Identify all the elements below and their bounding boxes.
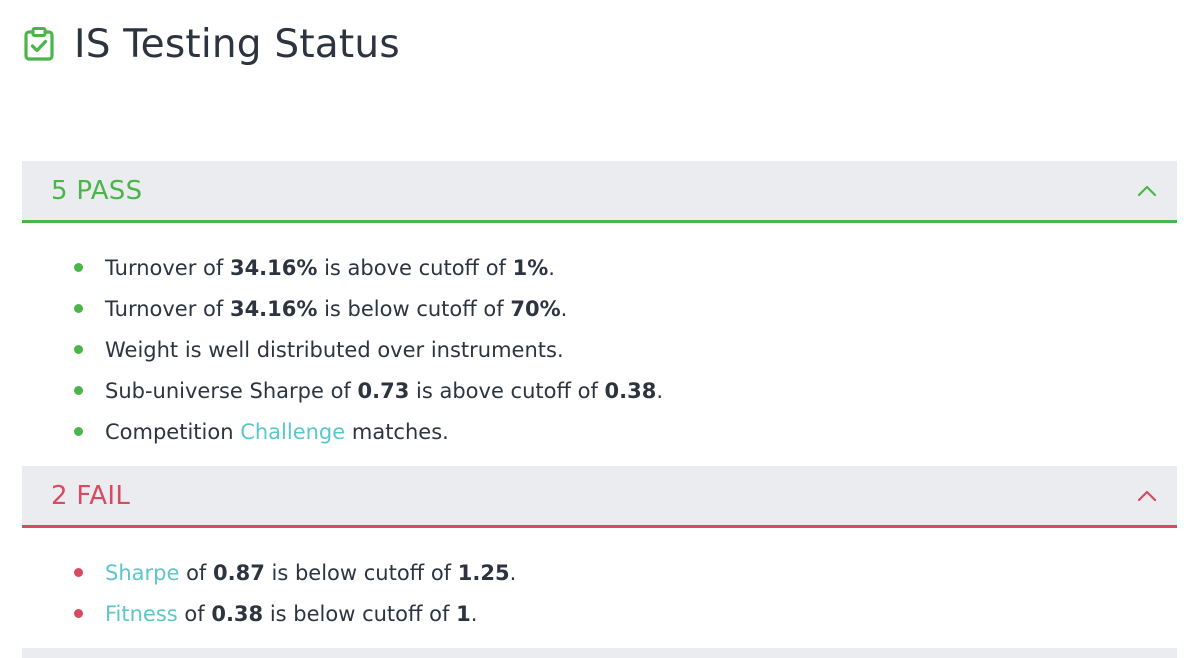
metric-value: 70% [510,296,561,321]
result-text: Turnover of 34.16% is below cutoff of 70… [105,297,567,321]
result-text: Fitness of 0.38 is below cutoff of 1. [105,602,477,626]
result-text-part: Turnover of [105,255,230,280]
result-text: Weight is well distributed over instrume… [105,338,564,362]
result-text-part: Sub-universe Sharpe of [105,378,358,403]
bullet-icon [74,304,83,313]
fail-results-list: Sharpe of 0.87 is below cutoff of 1.25. F… [70,552,516,634]
result-text-part: of [177,601,212,626]
result-text-part: matches. [345,419,449,444]
result-text-part: . [656,378,664,403]
bullet-icon [74,263,83,272]
result-text-part: is below cutoff of [263,601,457,626]
result-item: Weight is well distributed over instrume… [70,329,663,370]
bullet-icon [74,568,83,577]
metric-value: 34.16% [229,296,318,321]
pass-section-label: 5 PASS [51,175,143,206]
metric-value: 1% [512,255,549,280]
result-item: Turnover of 34.16% is below cutoff of 70… [70,288,663,329]
metric-value: 1.25 [457,560,510,585]
is-testing-status-panel: IS Testing Status 5 PASS Turnover of 34.… [0,0,1195,658]
result-text-part: is above cutoff of [409,378,605,403]
result-text-part: is below cutoff of [317,296,511,321]
metric-value: 34.16% [229,255,318,280]
metric-link[interactable]: Fitness [105,602,178,626]
bullet-icon [74,609,83,618]
fail-section-header[interactable]: 2 FAIL [22,466,1177,528]
metric-link[interactable]: Challenge [240,420,345,444]
pass-section-header[interactable]: 5 PASS [22,161,1177,223]
result-text-part: . [470,601,478,626]
pass-results-list: Turnover of 34.16% is above cutoff of 1%… [70,247,663,452]
result-text: Competition Challenge matches. [105,420,449,444]
result-text: Sharpe of 0.87 is below cutoff of 1.25. [105,561,516,585]
result-text-part: Turnover of [105,296,230,321]
next-section-header[interactable] [22,648,1177,658]
result-text-part: Weight is well distributed over instrume… [105,337,564,362]
metric-link[interactable]: Sharpe [105,561,179,585]
chevron-up-icon[interactable] [1135,179,1159,203]
page-title: IS Testing Status [74,21,400,67]
result-text-part: . [560,296,568,321]
result-text-part: of [179,560,213,585]
bullet-icon [74,386,83,395]
result-text: Sub-universe Sharpe of 0.73 is above cut… [105,379,663,403]
metric-value: 1 [456,601,471,626]
page-header: IS Testing Status [22,18,400,70]
metric-value: 0.38 [604,378,657,403]
result-text-part: is below cutoff of [264,560,458,585]
result-text: Turnover of 34.16% is above cutoff of 1%… [105,256,555,280]
result-item: Fitness of 0.38 is below cutoff of 1. [70,593,516,634]
fail-section-label: 2 FAIL [51,480,131,511]
result-text-part: Competition [105,419,241,444]
metric-value: 0.73 [357,378,410,403]
result-text-part: is above cutoff of [317,255,513,280]
bullet-icon [74,427,83,436]
metric-value: 0.38 [211,601,264,626]
result-text-part: . [509,560,517,585]
chevron-up-icon[interactable] [1135,484,1159,508]
clipboard-check-icon [22,27,56,61]
result-item: Turnover of 34.16% is above cutoff of 1%… [70,247,663,288]
metric-value: 0.87 [213,560,265,585]
bullet-icon [74,345,83,354]
result-item: Sharpe of 0.87 is below cutoff of 1.25. [70,552,516,593]
result-item: Sub-universe Sharpe of 0.73 is above cut… [70,370,663,411]
result-item: Competition Challenge matches. [70,411,663,452]
result-text-part: . [548,255,555,280]
